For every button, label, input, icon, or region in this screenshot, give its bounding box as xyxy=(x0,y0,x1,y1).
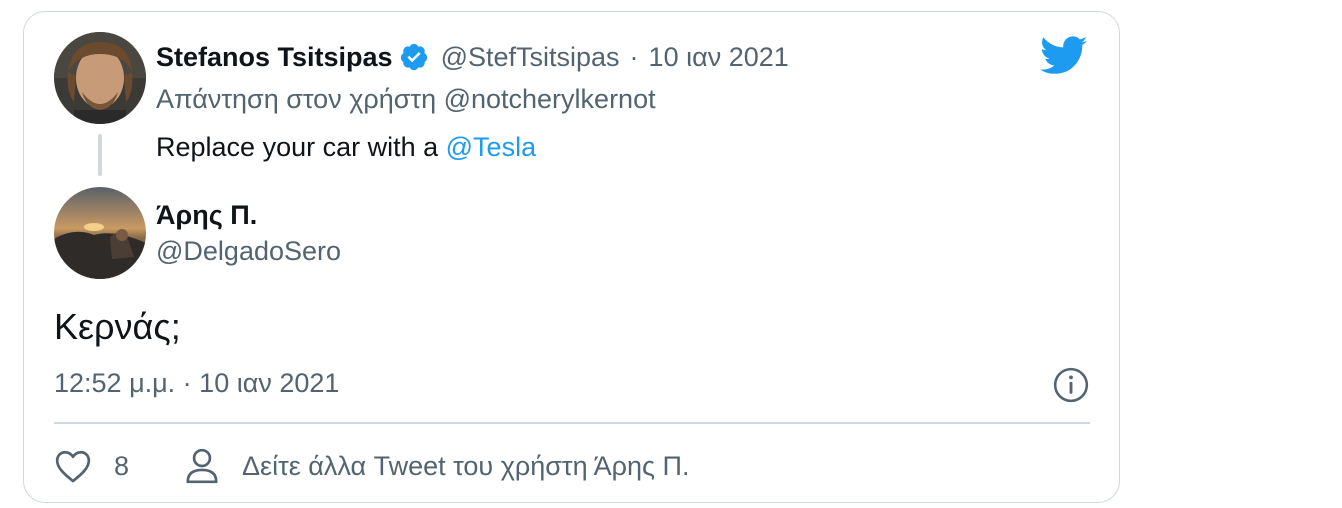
parent-author-name[interactable]: Stefanos Tsitsipas xyxy=(156,42,393,73)
verified-badge-icon xyxy=(399,42,429,72)
parent-tweet-header: Stefanos Tsitsipas @StefTsitsipas · 10 ι… xyxy=(156,39,789,75)
thread-connector-line xyxy=(98,134,102,176)
parent-author-avatar[interactable] xyxy=(54,32,146,124)
embedded-tweet-card: Stefanos Tsitsipas @StefTsitsipas · 10 ι… xyxy=(23,11,1120,503)
parent-tweet-text: Replace your car with a @Tesla xyxy=(156,132,536,163)
tesla-mention-link[interactable]: @Tesla xyxy=(446,132,536,162)
like-button[interactable]: 8 xyxy=(54,446,129,486)
main-author-handle[interactable]: @DelgadoSero xyxy=(156,236,341,267)
reply-to-label[interactable]: Απάντηση στον χρήστη @notcherylkernot xyxy=(156,84,656,115)
main-tweet-text: Κερνάς; xyxy=(54,306,181,347)
parent-author-handle[interactable]: @StefTsitsipas xyxy=(441,42,620,73)
main-tweet-timestamp[interactable]: 12:52 μ.μ. · 10 ιαν 2021 xyxy=(54,368,339,399)
footer-divider xyxy=(54,422,1090,424)
heart-icon xyxy=(54,448,92,484)
more-tweets-link[interactable]: Δείτε άλλα Tweet του χρήστη Άρης Π. xyxy=(184,446,690,486)
parent-tweet-text-body: Replace your car with a xyxy=(156,132,446,162)
main-author-avatar[interactable] xyxy=(54,187,146,279)
twitter-bird-icon[interactable] xyxy=(1040,36,1088,76)
person-icon xyxy=(184,447,220,485)
main-author-name[interactable]: Άρης Π. xyxy=(156,200,257,231)
info-icon[interactable] xyxy=(1052,366,1090,404)
parent-tweet-date[interactable]: 10 ιαν 2021 xyxy=(649,42,789,73)
header-separator: · xyxy=(629,41,639,72)
more-tweets-label: Δείτε άλλα Tweet του χρήστη Άρης Π. xyxy=(242,450,690,481)
like-count: 8 xyxy=(114,450,130,481)
